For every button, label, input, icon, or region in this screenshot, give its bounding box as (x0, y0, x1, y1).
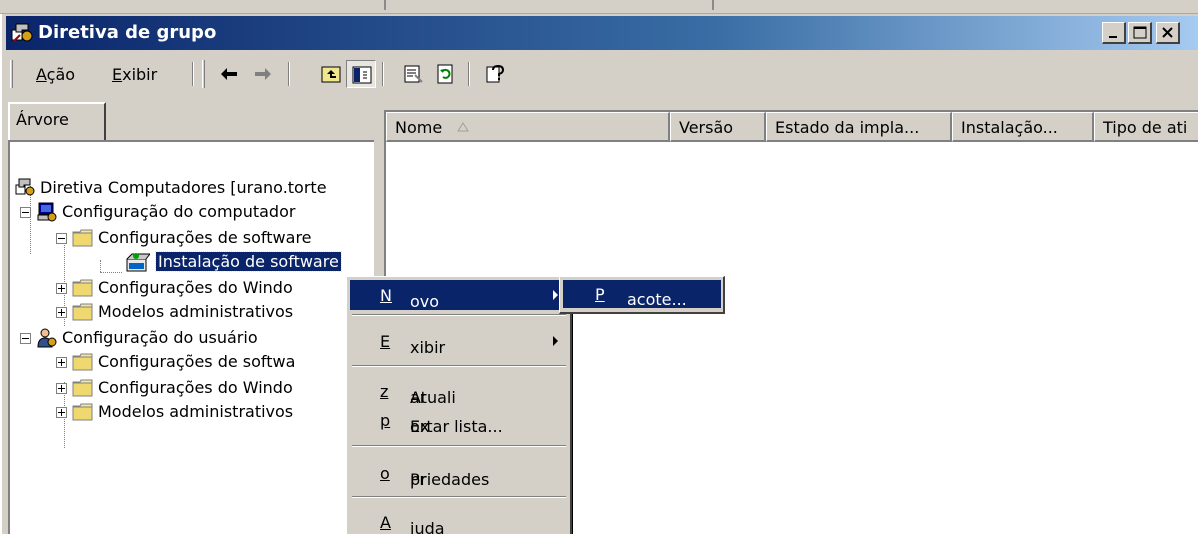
collapse-icon[interactable] (20, 207, 31, 218)
folder-icon (72, 303, 93, 321)
expand-icon[interactable] (56, 283, 67, 294)
properties-button[interactable] (398, 60, 428, 88)
submenu-arrow-icon (553, 336, 558, 346)
toolbar-separator (288, 62, 290, 86)
menu-item-pacote[interactable]: Pacote... (563, 280, 721, 309)
properties-icon (404, 65, 423, 83)
context-menu: Novo Exibir Atuali z ar Ex p ortar lista... … (346, 276, 572, 534)
minimize-icon (1109, 36, 1117, 38)
tree-label: Configurações do Windo (98, 278, 293, 297)
folder-icon (72, 353, 93, 371)
group-policy-icon (11, 23, 33, 42)
collapse-icon[interactable] (56, 233, 67, 244)
folder-icon (72, 279, 93, 297)
folder-icon (72, 229, 93, 247)
help-icon (486, 64, 505, 83)
back-arrow-icon (221, 68, 237, 80)
group-policy-icon (15, 178, 35, 196)
toolbar: Ação Exibir (6, 54, 1198, 94)
toolbar-separator (192, 62, 194, 86)
show-hide-tree-icon (352, 66, 372, 84)
menu-separator (352, 496, 566, 498)
column-label: Instalação... (961, 118, 1058, 137)
window-title: Diretiva de grupo (38, 22, 217, 43)
tree-label: Diretiva Computadores [urano.torte (40, 178, 327, 197)
tree-label: Configuração do usuário (62, 328, 258, 347)
tree-label-selected: Instalação de software (155, 251, 342, 272)
menu-separator (352, 365, 566, 367)
toolbar-grip[interactable] (202, 60, 205, 88)
toolbar-grip[interactable] (10, 60, 13, 88)
submenu-arrow-icon (553, 290, 558, 300)
column-header-estado[interactable]: Estado da impla... (766, 112, 952, 142)
minimize-button[interactable] (1102, 22, 1126, 44)
forward-arrow-icon (255, 68, 271, 80)
tree-label: Configuração do computador (62, 202, 296, 221)
back-button[interactable] (214, 60, 244, 88)
tab-label: Árvore (16, 110, 69, 129)
expand-icon[interactable] (56, 383, 67, 394)
menu-item-novo[interactable]: Novo (350, 280, 568, 311)
column-label: Nome (395, 118, 443, 137)
submenu-novo: Pacote... (559, 276, 725, 314)
mmc-window: Diretiva de grupo Ação Exibir Árvore Dir… (0, 14, 1198, 534)
menu-item-exibir[interactable]: Exibir (350, 326, 568, 357)
close-icon (1162, 27, 1173, 38)
tree-connector (100, 272, 122, 273)
maximize-icon (1133, 26, 1147, 39)
sort-ascending-icon (457, 122, 469, 132)
title-bar[interactable]: Diretiva de grupo (6, 16, 1198, 50)
menu-separator (352, 314, 566, 316)
computer-config-icon (37, 202, 57, 222)
tree-label: Modelos administrativos (98, 302, 294, 321)
up-one-level-button[interactable] (316, 60, 346, 88)
tree-connector (100, 260, 101, 272)
column-header-nome[interactable]: Nome (386, 112, 670, 142)
frame-divider (384, 0, 386, 10)
frame-divider (712, 0, 714, 10)
menu-item-ajuda[interactable]: Ajuda (350, 507, 568, 534)
menu-exibir[interactable]: Exibir (112, 65, 157, 84)
software-install-icon (126, 253, 150, 272)
tree-label: Modelos administrativos (98, 402, 294, 421)
column-header-versao[interactable]: Versão (670, 112, 766, 142)
forward-button[interactable] (248, 60, 278, 88)
tree-label: Configurações de softwa (98, 352, 296, 371)
column-header-instalacao[interactable]: Instalação... (952, 112, 1094, 142)
expand-icon[interactable] (56, 307, 67, 318)
user-config-icon (37, 328, 57, 348)
tree-pane[interactable]: Diretiva Computadores [urano.torte Confi… (8, 140, 374, 534)
show-hide-tree-button[interactable] (346, 60, 376, 88)
menu-acao[interactable]: Ação (36, 65, 75, 84)
refresh-button[interactable] (430, 60, 460, 88)
tree-label: Configurações de software (98, 228, 312, 247)
collapse-icon[interactable] (20, 333, 31, 344)
maximize-button[interactable] (1128, 22, 1152, 44)
menu-item-propriedades[interactable]: Pr o priedades (350, 458, 568, 489)
column-label: Versão (679, 118, 734, 137)
toolbar-separator (468, 62, 470, 86)
tree-label: Configurações do Windo (98, 378, 293, 397)
folder-icon (72, 379, 93, 397)
outer-frame-strip (0, 0, 1198, 14)
menu-item-atualizar[interactable]: Atuali z ar (350, 376, 568, 407)
expand-icon[interactable] (56, 407, 67, 418)
menu-item-exportar-lista[interactable]: Ex p ortar lista... (350, 405, 568, 436)
help-button[interactable] (480, 60, 510, 88)
column-label: Tipo de ati (1103, 118, 1188, 137)
column-label: Estado da impla... (775, 118, 920, 137)
close-button[interactable] (1156, 22, 1180, 44)
refresh-icon (437, 64, 453, 84)
up-one-level-icon (321, 66, 341, 83)
menu-separator (352, 445, 566, 447)
column-header-tipo[interactable]: Tipo de ati (1094, 112, 1198, 142)
tab-arvore[interactable]: Árvore (8, 102, 106, 140)
expand-icon[interactable] (56, 357, 67, 368)
folder-icon (72, 403, 93, 421)
toolbar-separator (382, 62, 384, 86)
